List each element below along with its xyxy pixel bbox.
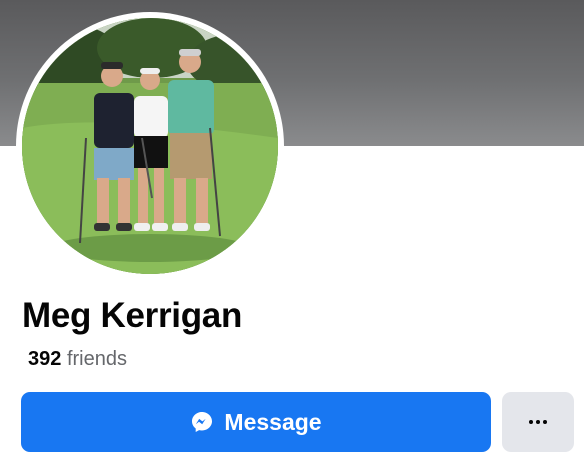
profile-name: Meg Kerrigan [22,296,243,335]
friends-label: friends [66,348,127,370]
messenger-icon [190,410,214,434]
avatar[interactable] [22,18,278,274]
avatar-photo [22,18,278,274]
message-button-label: Message [224,408,322,435]
friends-count[interactable]: 392 friends [28,348,127,371]
friends-number: 392 [28,348,62,370]
more-options-button[interactable] [502,392,574,452]
profile-page: Meg Kerrigan 392 friends Message [0,0,584,471]
message-button[interactable]: Message [21,392,491,452]
more-dots-icon [529,420,547,424]
